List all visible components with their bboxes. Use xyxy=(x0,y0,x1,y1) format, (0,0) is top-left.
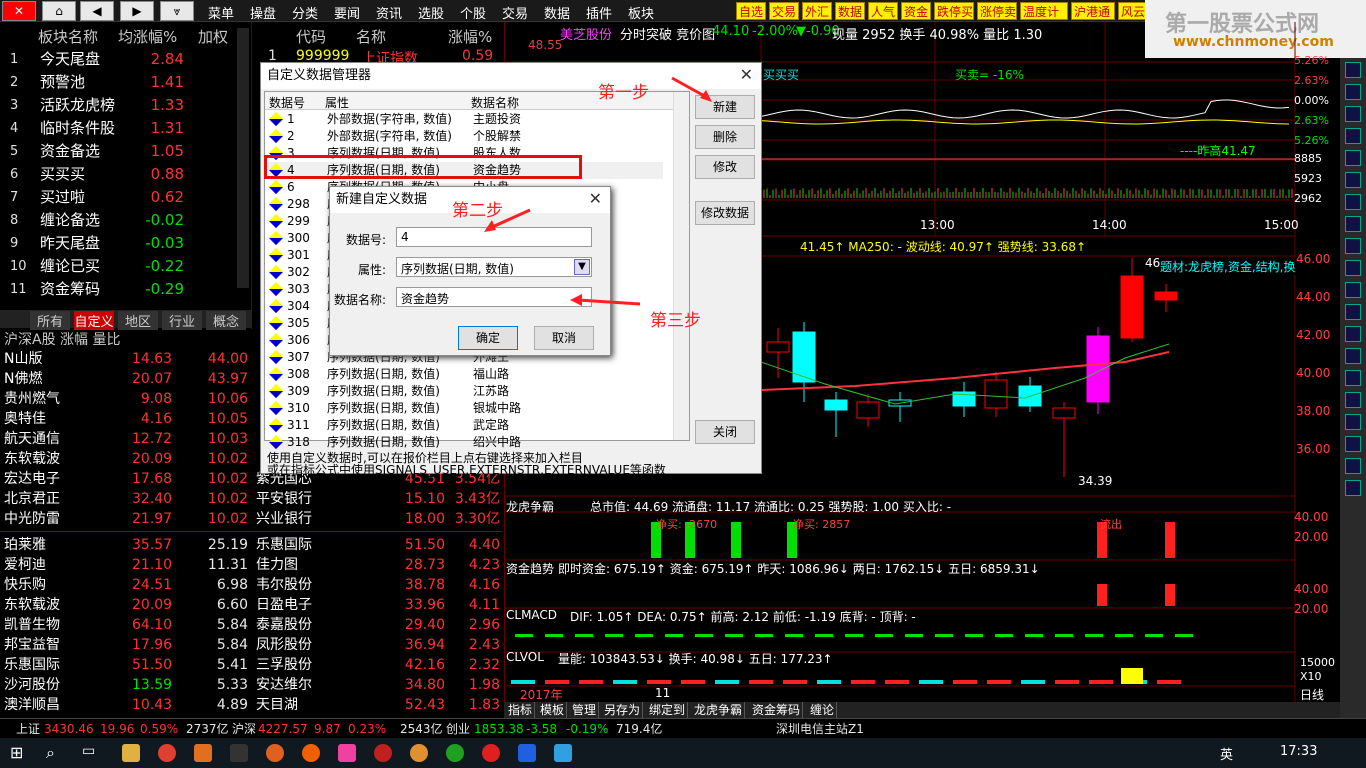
file-explorer-icon[interactable] xyxy=(122,744,140,762)
app-icon-5[interactable] xyxy=(266,744,284,762)
hs-label: 沪深 xyxy=(232,722,257,736)
annotation-arrows xyxy=(484,76,712,306)
clock[interactable]: 17:33 xyxy=(1280,744,1317,759)
sh-label: 上证 xyxy=(16,722,41,736)
app-icon-10[interactable] xyxy=(446,744,464,762)
annotation-step3: 第三步 xyxy=(650,311,701,331)
taskbar: ⊞ ⌕ ▭ 英 17:33 xyxy=(0,738,1366,768)
cy-pct: -0.19% xyxy=(566,722,609,736)
hs-value: 4227.57 xyxy=(258,722,308,736)
annotation-step2: 第二步 xyxy=(452,201,503,221)
sh-amount: 2737亿 xyxy=(186,722,229,736)
stock-app-icon[interactable] xyxy=(194,744,212,762)
hs-pct: 0.23% xyxy=(348,722,387,736)
app-icon-4[interactable] xyxy=(230,744,248,762)
hs-amount: 2543亿 xyxy=(400,722,443,736)
app-icon-11[interactable] xyxy=(482,744,500,762)
sh-value: 3430.46 xyxy=(44,722,94,736)
annotation-step1: 第一步 xyxy=(598,83,649,103)
ime-indicator[interactable]: 英 xyxy=(1220,744,1233,763)
cy-amount: 719.4亿 xyxy=(616,722,663,736)
cy-label: 创业 xyxy=(446,722,471,736)
app-icon-12[interactable] xyxy=(518,744,536,762)
app-icon-8[interactable] xyxy=(374,744,392,762)
cy-change: -3.58 xyxy=(526,722,558,736)
windows-start-icon[interactable]: ⊞ xyxy=(10,744,28,762)
cy-value: 1853.38 xyxy=(474,722,524,736)
app-icon-13[interactable] xyxy=(554,744,572,762)
search-icon[interactable]: ⌕ xyxy=(46,743,55,763)
app-icon-9[interactable] xyxy=(410,744,428,762)
hs-change: 9.87 xyxy=(314,722,341,736)
sh-pct: 0.59% xyxy=(140,722,179,736)
chrome-icon[interactable] xyxy=(158,744,176,762)
sh-change: 19.96 xyxy=(100,722,135,736)
app-icon-6[interactable] xyxy=(302,744,320,762)
task-view-icon[interactable]: ▭ xyxy=(82,743,95,759)
status-bar: 上证 3430.46 19.96 0.59% 2737亿 沪深 4227.57 … xyxy=(0,718,1366,738)
app-icon-7[interactable] xyxy=(338,744,356,762)
server-site: 深圳电信主站Z1 xyxy=(776,722,864,736)
